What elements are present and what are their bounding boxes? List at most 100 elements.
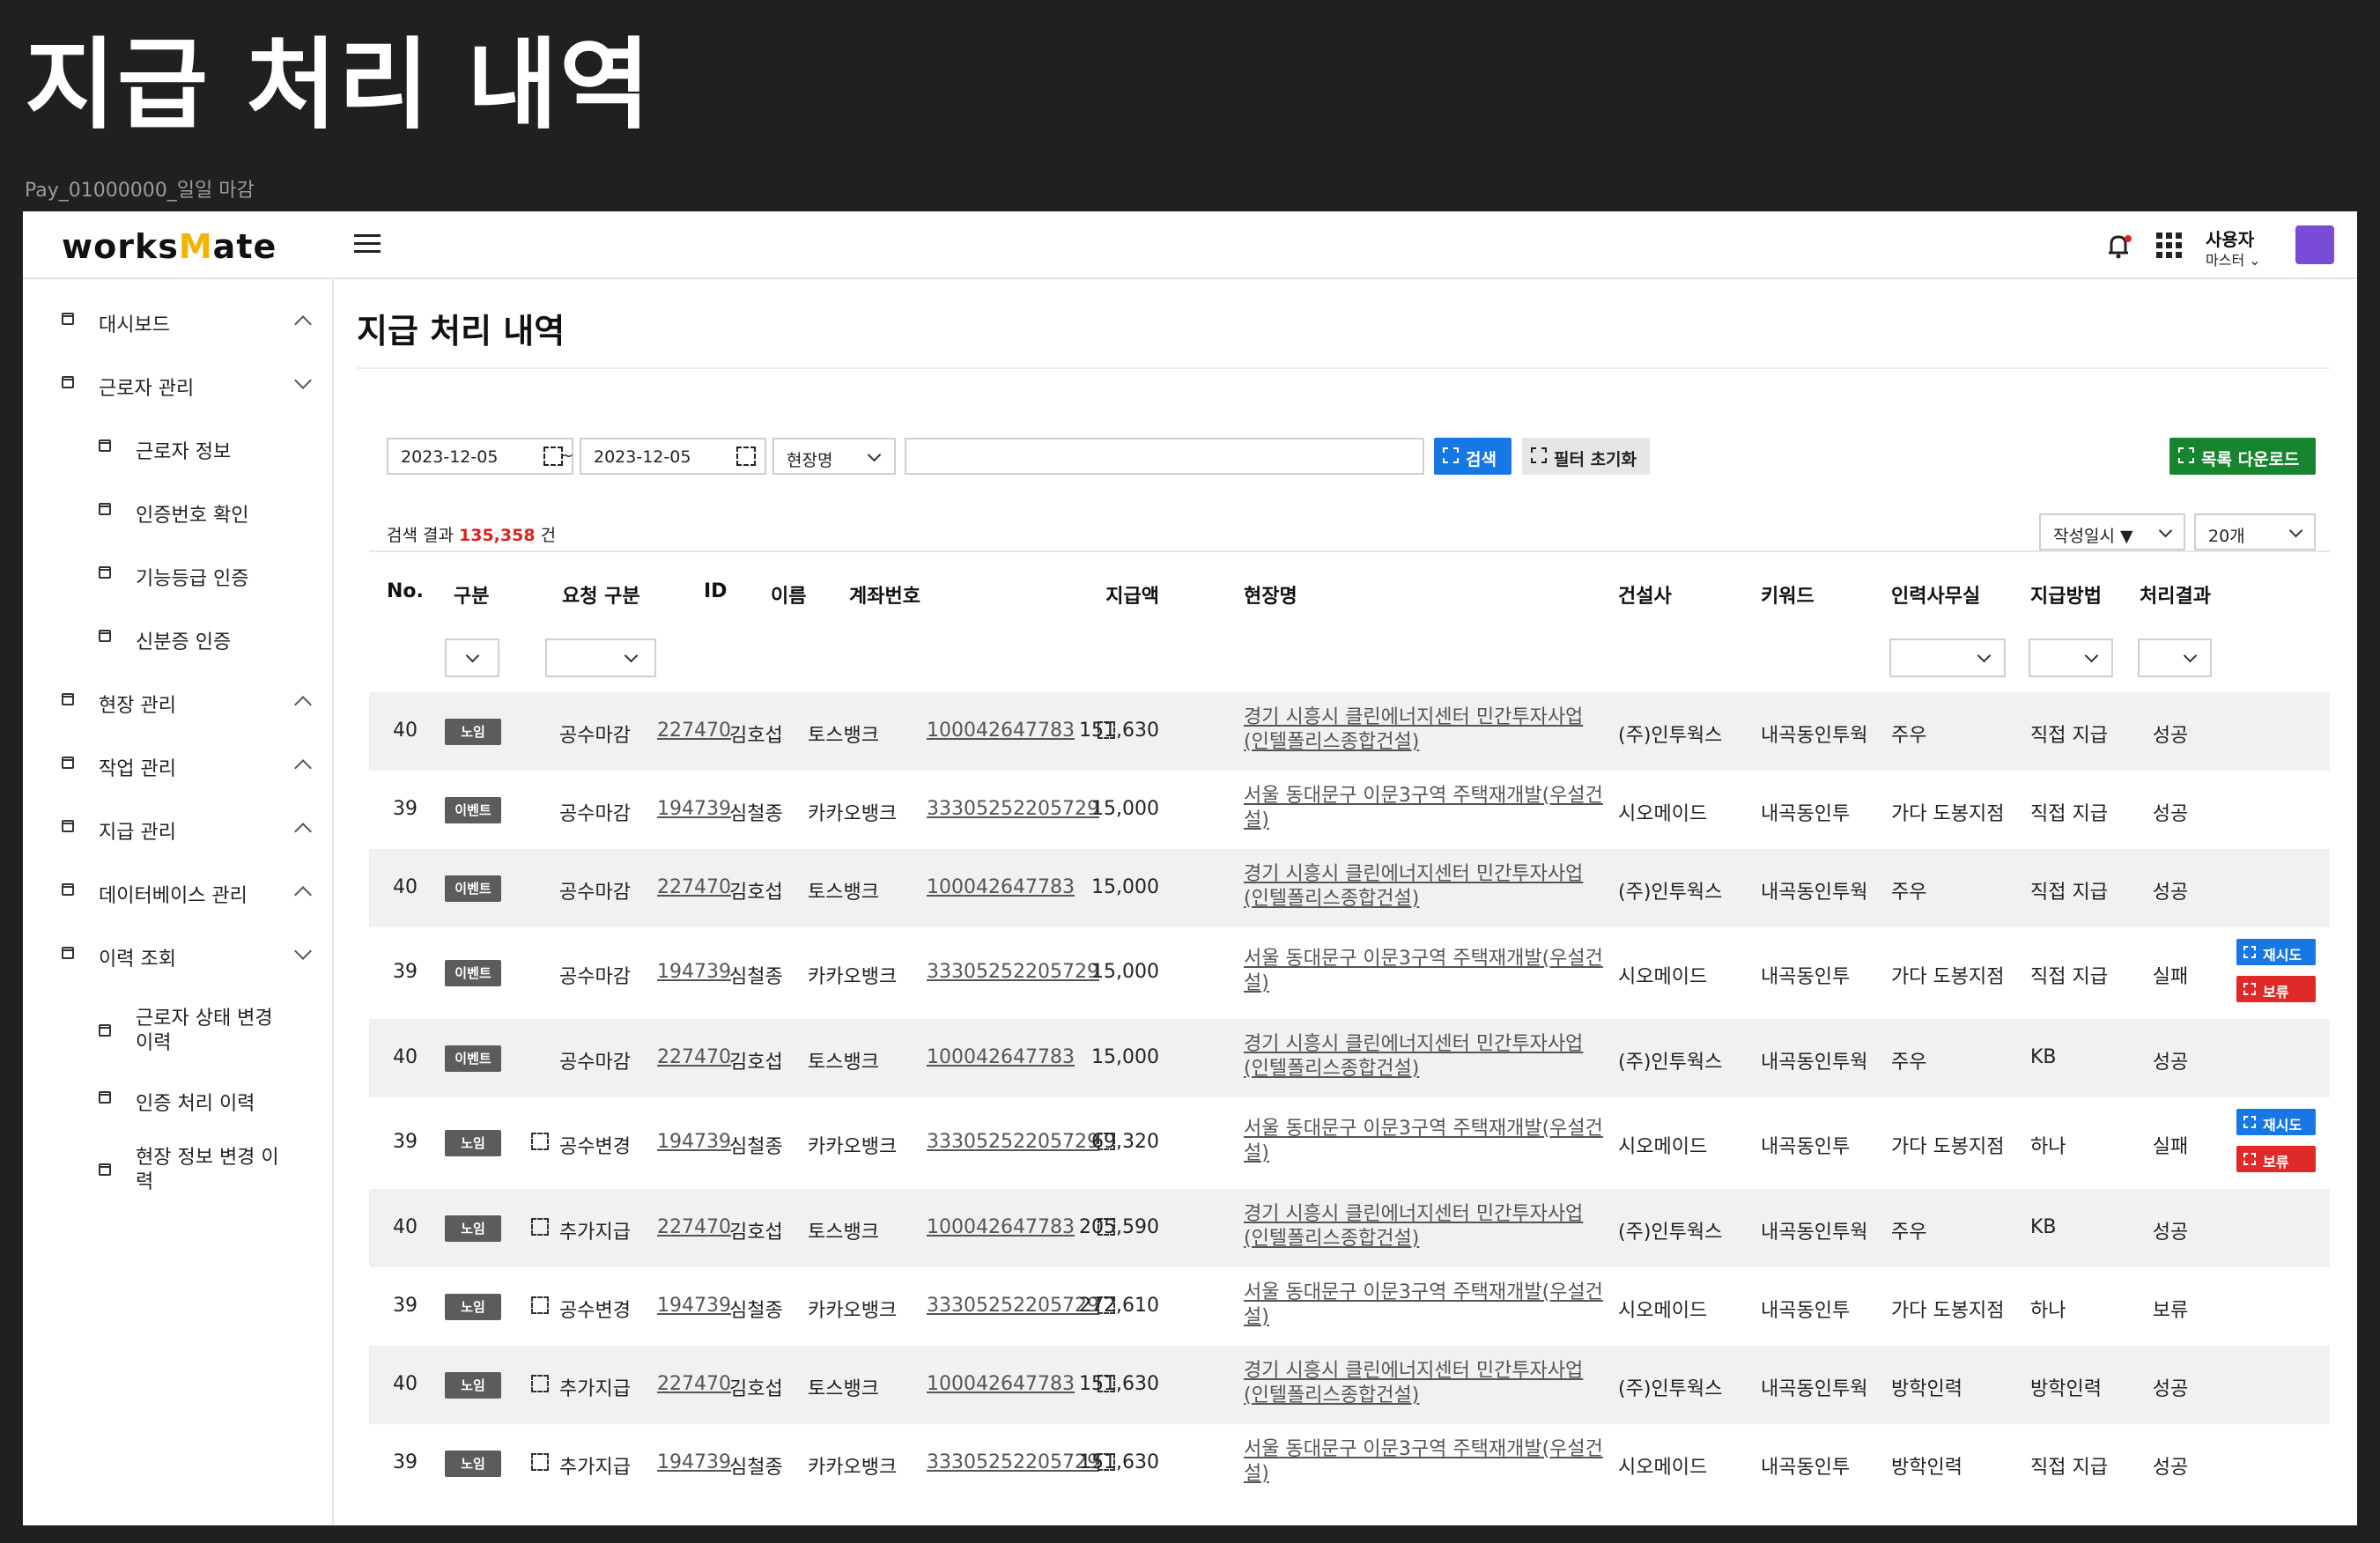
builder-name: (주)인투웍스 [1618,1378,1723,1400]
calendar-icon [99,1163,111,1176]
chevron-up-icon [294,886,312,904]
builder-name: 시오메이드 [1618,966,1708,988]
payment-amount: 69,320 [1091,1131,1159,1153]
retry-button[interactable]: 재시도 [2236,1109,2316,1135]
reset-filter-button[interactable]: 필터 초기화 [1522,438,1650,475]
worker-id-link[interactable]: 227470 [657,1216,731,1238]
request-detail-icon[interactable] [531,1375,549,1392]
builder-name: 시오메이드 [1618,1457,1708,1479]
sidebar-item-history[interactable]: 이력 조회 [23,938,332,982]
table-row[interactable]: 39 노임 공수변경 194739 심철종 카카오뱅크 33305252205729 272,… [369,1267,2330,1346]
site-name-link[interactable]: 서울 동대문구 이문3구역 주택재개발(우설건설) [1244,1281,1605,1330]
table-row[interactable]: 40 이벤트 공수마감 227470 김호섭 토스뱅크 100042647783 15,000… [369,849,2330,927]
calendar-icon[interactable] [736,447,756,466]
request-detail-icon[interactable] [531,1218,549,1236]
sidebar-item-id-card[interactable]: 신분증 인증 [23,621,332,665]
column-header: 건설사 [1618,586,1672,608]
sidebar-item-database-management[interactable]: 데이터베이스 관리 [23,875,332,919]
site-name-link[interactable]: 경기 시흥시 클린에너지센터 민간투자사업(인텔폴리스종합건설) [1244,1359,1605,1408]
type-badge: 노임 [445,1130,501,1156]
request-detail-icon[interactable] [531,1296,549,1314]
logo[interactable]: worksMate [62,227,277,266]
site-name-link[interactable]: 서울 동대문구 이문3구역 주택재개발(우설건설) [1244,1437,1605,1487]
table-row[interactable]: 39 이벤트 공수마감 194739 심철종 카카오뱅크 33305252205729 15,… [369,771,2330,849]
table-row[interactable]: 39 이벤트 공수마감 194739 심철종 카카오뱅크 33305252205729 15,… [369,927,2330,1019]
bell-icon[interactable] [2102,229,2135,262]
sidebar-item-work-management[interactable]: 작업 관리 [23,748,332,792]
request-type-filter-select[interactable] [545,639,656,677]
sidebar-item-payment-management[interactable]: 지급 관리 [23,811,332,855]
search-icon [1443,447,1459,463]
page-size-select[interactable]: 20개 [2194,513,2316,550]
chevron-down-icon [294,942,312,960]
sidebar-item-site-management[interactable]: 현장 관리 [23,684,332,728]
table-row[interactable]: 40 이벤트 공수마감 227470 김호섭 토스뱅크 100042647783 15,000… [369,1019,2330,1097]
method-filter-select[interactable] [2029,639,2113,677]
type-filter-select[interactable] [445,639,499,677]
process-result: 성공 [2152,1052,2189,1074]
site-name-link[interactable]: 경기 시흥시 클린에너지센터 민간투자사업(인텔폴리스종합건설) [1244,862,1605,912]
table-row[interactable]: 40 노임 추가지급 227470 김호섭 토스뱅크 100042647783 151,630… [369,1346,2330,1424]
site-name-link[interactable]: 경기 시흥시 클린에너지센터 민간투자사업(인텔폴리스종합건설) [1244,1202,1605,1251]
table-row[interactable]: 40 노임 공수마감 227470 김호섭 토스뱅크 100042647783 151,630… [369,692,2330,771]
site-name-link[interactable]: 서울 동대문구 이문3구역 주택재개발(우설건설) [1244,947,1605,996]
payment-method: 하나 [2030,1136,2066,1158]
sidebar-item-skill-grade[interactable]: 기능등급 인증 [23,557,332,602]
worker-id-link[interactable]: 194739 [657,1451,731,1473]
user-role-dropdown[interactable]: 마스터 ⌄ [2206,248,2261,269]
sidebar-item-dashboard[interactable]: 대시보드 [23,304,332,348]
worker-id-link[interactable]: 227470 [657,876,731,898]
request-detail-icon[interactable] [531,1453,549,1471]
payment-amount: 15,000 [1091,961,1159,983]
sidebar-item-auth-history[interactable]: 인증 처리 이력 [23,1082,332,1126]
site-name-link[interactable]: 서울 동대문구 이문3구역 주택재개발(우설건설) [1244,784,1605,833]
hold-button[interactable]: 보류 [2236,976,2316,1002]
calendar-icon [62,820,74,832]
sidebar-item-auth-code[interactable]: 인증번호 확인 [23,494,332,538]
column-header: 지급액 [1105,586,1159,608]
worker-id-link[interactable]: 194739 [657,1131,731,1153]
date-to-input[interactable]: 2023-12-05 [580,438,766,475]
sidebar-item-worker-status-history[interactable]: 근로자 상태 변경 이력 [23,1003,332,1059]
result-filter-select[interactable] [2138,639,2212,677]
sidebar-item-site-change-history[interactable]: 현장 정보 변경 이력 [23,1142,332,1199]
sidebar-item-worker-info[interactable]: 근로자 정보 [23,431,332,475]
hold-icon [2243,1153,2256,1165]
menu-toggle-icon[interactable] [354,234,381,254]
calendar-icon [62,883,74,896]
site-name-link[interactable]: 서울 동대문구 이문3구역 주택재개발(우설건설) [1244,1117,1605,1166]
download-list-button[interactable]: 목록 다운로드 [2169,438,2316,475]
keyword: 내곡동인투 [1761,803,1851,825]
avatar[interactable] [2295,225,2334,264]
retry-button[interactable]: 재시도 [2236,939,2316,965]
sidebar-item-worker-management[interactable]: 근로자 관리 [23,367,332,411]
payment-method: 하나 [2030,1300,2066,1322]
apps-grid-icon[interactable] [2156,233,2183,259]
search-field-select[interactable]: 현장명 [772,438,896,475]
table-row[interactable]: 40 노임 추가지급 227470 김호섭 토스뱅크 100042647783 205,590… [369,1189,2330,1267]
table-row[interactable]: 39 노임 공수변경 194739 심철종 카카오뱅크 33305252205729 69,3… [369,1097,2330,1189]
request-detail-icon[interactable] [531,1133,549,1150]
request-type: 공수마감 [559,882,631,904]
date-from-input[interactable]: 2023-12-05 [387,438,573,475]
request-type: 추가지급 [559,1378,631,1400]
payment-amount: 151,630 [1079,1373,1159,1395]
worker-id-link[interactable]: 194739 [657,961,731,983]
worker-id-link[interactable]: 227470 [657,1373,731,1395]
search-button[interactable]: 검색 [1434,438,1512,475]
search-input[interactable] [905,438,1424,475]
hold-button[interactable]: 보류 [2236,1146,2316,1172]
office-filter-select[interactable] [1889,639,2006,677]
table-row[interactable]: 39 노임 추가지급 194739 심철종 카카오뱅크 33305252205729 151,… [369,1424,2330,1502]
site-name-link[interactable]: 경기 시흥시 클린에너지센터 민간투자사업(인텔폴리스종합건설) [1244,1032,1605,1082]
site-name-link[interactable]: 경기 시흥시 클린에너지센터 민간투자사업(인텔폴리스종합건설) [1244,705,1605,755]
worker-id-link[interactable]: 227470 [657,1046,731,1068]
sort-select[interactable]: 작성일시 ▼ [2039,513,2185,550]
payment-method: 직접 지급 [2030,803,2108,825]
office-name: 주우 [1891,725,1927,747]
worker-id-link[interactable]: 194739 [657,798,731,820]
worker-id-link[interactable]: 194739 [657,1295,731,1317]
payment-amount: 15,000 [1091,798,1159,820]
worker-id-link[interactable]: 227470 [657,720,731,742]
bank-name: 카카오뱅크 [808,1300,898,1322]
